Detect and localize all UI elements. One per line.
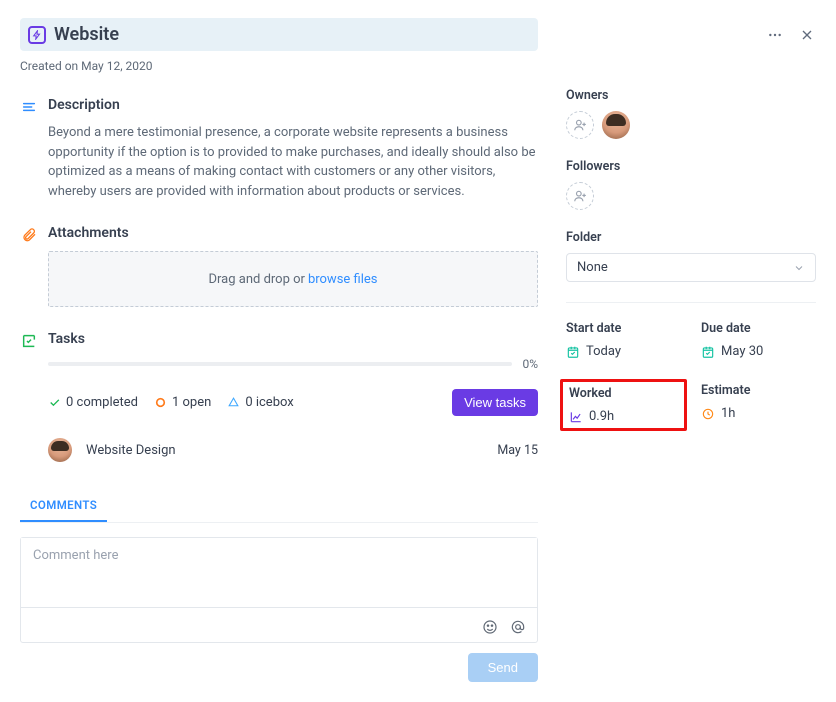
add-owner-button[interactable] [566,111,594,139]
folder-value: None [577,260,608,275]
description-icon [20,98,38,116]
worked-label: Worked [569,386,678,401]
main-column: Website Created on May 12, 2020 Descript… [20,18,566,682]
estimate-label: Estimate [701,383,816,398]
dropzone-text: Drag and drop or [208,272,304,287]
owner-avatar[interactable] [602,111,630,139]
description-section: Description Beyond a mere testimonial pr… [20,97,538,201]
chevron-down-icon [793,262,805,274]
task-name: Website Design [86,443,176,458]
close-icon[interactable] [798,26,816,44]
open-count: 1 open [172,395,211,410]
tasks-section: Tasks 0% 0 completed 1 open [20,331,538,462]
comments-tab[interactable]: COMMENTS [20,490,107,522]
followers-label: Followers [566,159,816,174]
open-stat: 1 open [154,395,211,410]
icebox-count: 0 icebox [245,395,293,410]
start-date-cell[interactable]: Start date Today [566,321,681,359]
description-text[interactable]: Beyond a mere testimonial presence, a co… [48,123,538,201]
completed-stat: 0 completed [48,395,138,410]
attachments-section: Attachments Drag and drop or browse file… [20,225,538,307]
folder-select[interactable]: None [566,253,816,282]
title-row: Website [20,18,538,51]
calendar-icon [566,345,580,359]
bolt-icon [28,26,46,44]
icebox-stat: 0 icebox [227,395,293,410]
description-heading: Description [48,97,538,113]
tasks-progress-pct: 0% [522,357,538,371]
comment-box [20,537,538,643]
send-button[interactable]: Send [468,653,538,682]
due-date-cell[interactable]: Due date May 30 [701,321,816,359]
avatar [48,438,72,462]
tasks-progress-bar [48,362,512,366]
attachments-dropzone[interactable]: Drag and drop or browse files [48,251,538,307]
folder-label: Folder [566,230,816,245]
chart-icon [569,410,583,424]
clock-icon [701,407,715,421]
estimate-cell[interactable]: Estimate 1h [701,383,816,427]
completed-count: 0 completed [66,395,138,410]
more-icon[interactable] [766,26,784,44]
view-tasks-button[interactable]: View tasks [452,389,538,416]
calendar-icon [701,345,715,359]
owners-label: Owners [566,88,816,103]
comments-tabs: COMMENTS [20,490,538,523]
comment-input[interactable] [21,538,537,608]
divider [566,302,816,303]
header-actions [766,26,816,44]
tasks-heading: Tasks [48,331,538,347]
add-follower-button[interactable] [566,182,594,210]
task-date: May 15 [497,443,538,458]
task-row[interactable]: Website Design May 15 [48,438,538,462]
emoji-icon[interactable] [481,618,499,636]
title-box[interactable]: Website [20,18,538,51]
attachments-heading: Attachments [48,225,538,241]
estimate-value: 1h [721,406,735,421]
tasks-stats: 0 completed 1 open 0 icebox [48,395,294,410]
due-date-value: May 30 [721,344,763,359]
created-date: Created on May 12, 2020 [20,59,538,73]
start-date-label: Start date [566,321,681,336]
start-date-value: Today [586,344,621,359]
due-date-label: Due date [701,321,816,336]
mention-icon[interactable] [509,618,527,636]
sidebar: Owners Followers Folder None [566,18,816,682]
browse-files-link[interactable]: browse files [308,272,378,287]
project-title: Website [54,24,119,45]
tasks-icon [20,332,38,350]
paperclip-icon [20,226,38,244]
worked-cell[interactable]: Worked 0.9h [560,379,687,431]
worked-value: 0.9h [589,409,614,424]
